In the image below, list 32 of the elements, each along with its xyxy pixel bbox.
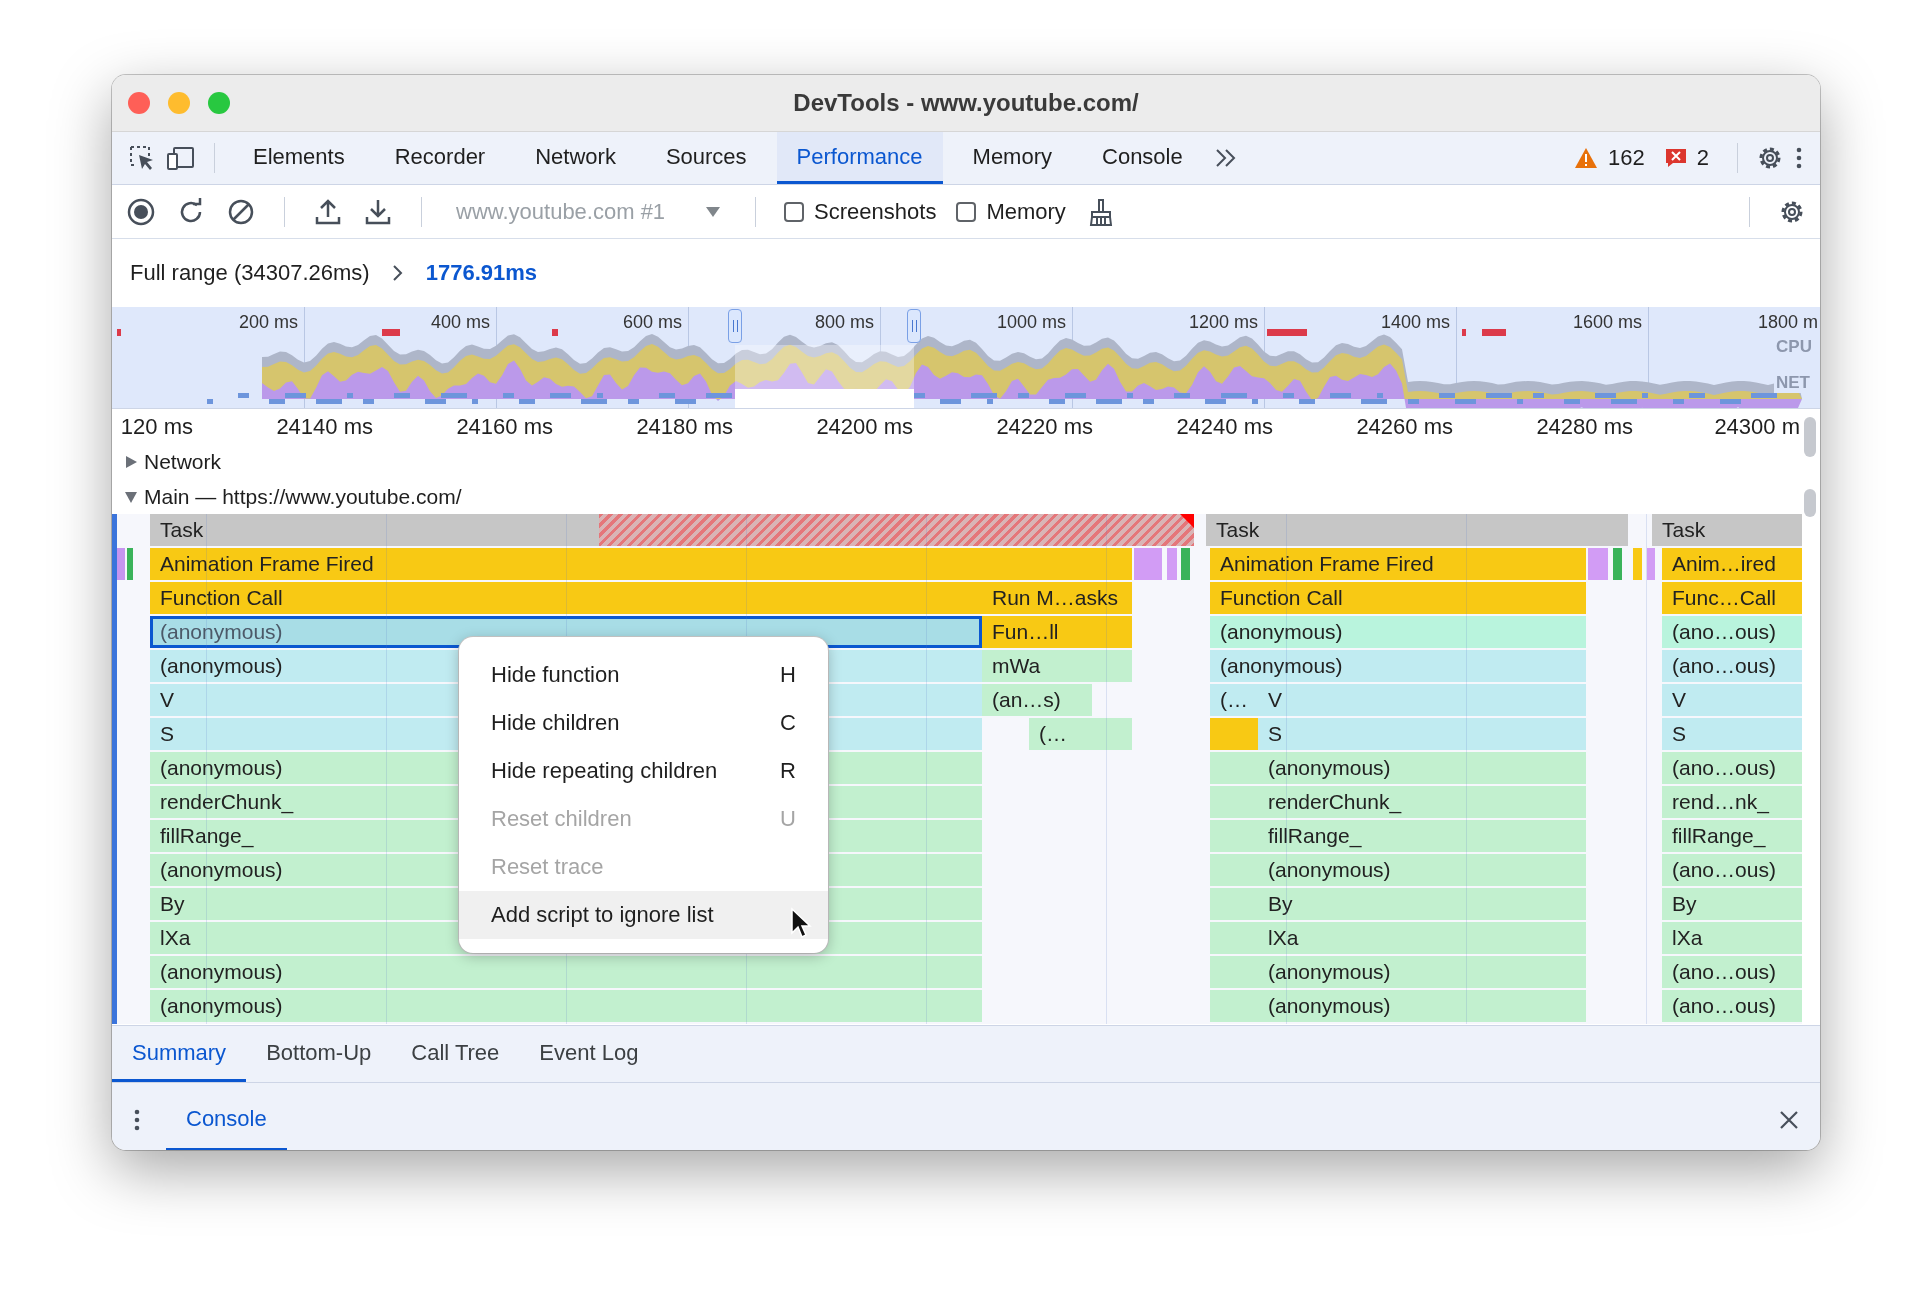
menu-item-label: Hide function [491,662,620,688]
shortcut-key: H [780,662,796,688]
time-ruler-label: 24300 m [1714,414,1800,440]
time-ruler-label: 24220 ms [996,414,1093,440]
time-ruler-label: 24160 ms [456,414,553,440]
overview-tick-label: 1400 ms [1380,312,1450,333]
menu-item-label: Hide repeating children [491,758,718,784]
overview-tick-label: 200 ms [238,312,298,333]
menu-item-label: Hide children [491,710,620,736]
time-ruler-label: 24240 ms [1176,414,1273,440]
overview-tick-label: 1000 ms [996,312,1066,333]
time-ruler-label: 24140 ms [276,414,373,440]
window-title: DevTools - www.youtube.com/ [793,89,1139,117]
overview-tick-label: 800 ms [814,312,874,333]
time-ruler-label: 24280 ms [1536,414,1633,440]
shortcut-key: C [780,710,796,736]
time-ruler-label: 120 ms [120,414,193,440]
overview-tick-label: 1800 m [1757,312,1818,333]
shortcut-key: R [780,758,796,784]
menu-item-label: Reset children [491,806,632,832]
menu-item-label: Reset trace [491,854,604,880]
shortcut-key: U [780,806,796,832]
time-ruler-label: 24200 ms [816,414,913,440]
overview-tick-label: 1200 ms [1188,312,1258,333]
cpu-label: CPU [1776,337,1812,357]
overview-tick-label: 1600 ms [1572,312,1642,333]
overview-tick-label: 600 ms [622,312,682,333]
net-label: NET [1774,373,1812,393]
time-ruler-label: 24260 ms [1356,414,1453,440]
overview-tick-label: 400 ms [430,312,490,333]
menu-item-label: Add script to ignore list [491,902,714,928]
time-ruler-label: 24180 ms [636,414,733,440]
